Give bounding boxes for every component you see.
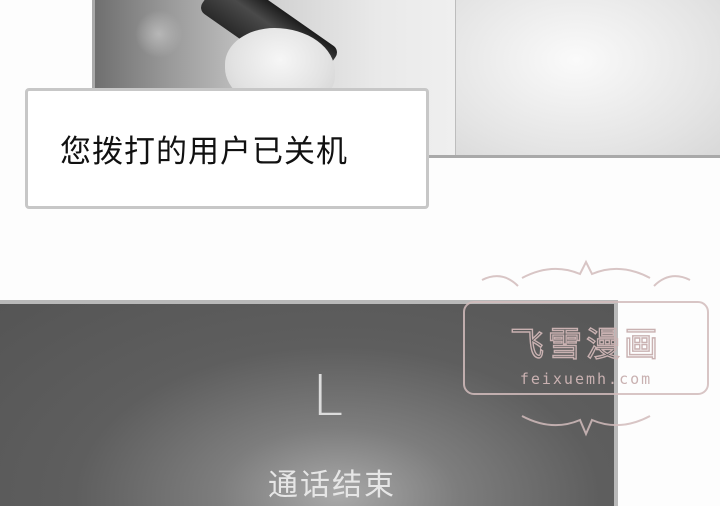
background-blur	[135, 10, 183, 58]
contact-initial: L	[312, 364, 344, 429]
shirt-illustration	[455, 0, 720, 155]
caption-text: 您拨打的用户已关机	[60, 134, 348, 170]
call-ended-panel: L 通话结束	[0, 300, 618, 506]
call-status-text: 通话结束	[268, 468, 396, 503]
caption-box: 您拨打的用户已关机	[25, 88, 429, 209]
